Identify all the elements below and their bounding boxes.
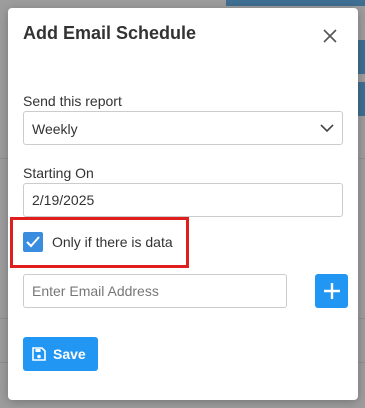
check-icon (26, 236, 40, 248)
add-email-schedule-modal: Add Email Schedule Send this report Week… (8, 8, 358, 400)
starting-on-input[interactable] (23, 183, 343, 217)
floppy-disk-icon (32, 347, 46, 361)
add-email-button[interactable] (315, 274, 348, 308)
data-only-label: Only if there is data (52, 234, 173, 250)
data-only-checkbox[interactable] (23, 232, 43, 252)
save-button[interactable]: Save (23, 337, 98, 371)
close-icon (323, 29, 337, 43)
email-input[interactable] (23, 274, 287, 308)
backdrop-header-strip (226, 0, 365, 6)
plus-icon (324, 283, 340, 299)
save-label: Save (53, 346, 86, 362)
modal-title: Add Email Schedule (23, 23, 197, 43)
send-report-value: Weekly (32, 121, 78, 137)
chevron-down-icon (320, 124, 334, 133)
send-report-label: Send this report (23, 93, 122, 109)
close-button[interactable] (320, 26, 340, 46)
send-report-select[interactable]: Weekly (23, 111, 343, 145)
starting-on-label: Starting On (23, 165, 94, 181)
